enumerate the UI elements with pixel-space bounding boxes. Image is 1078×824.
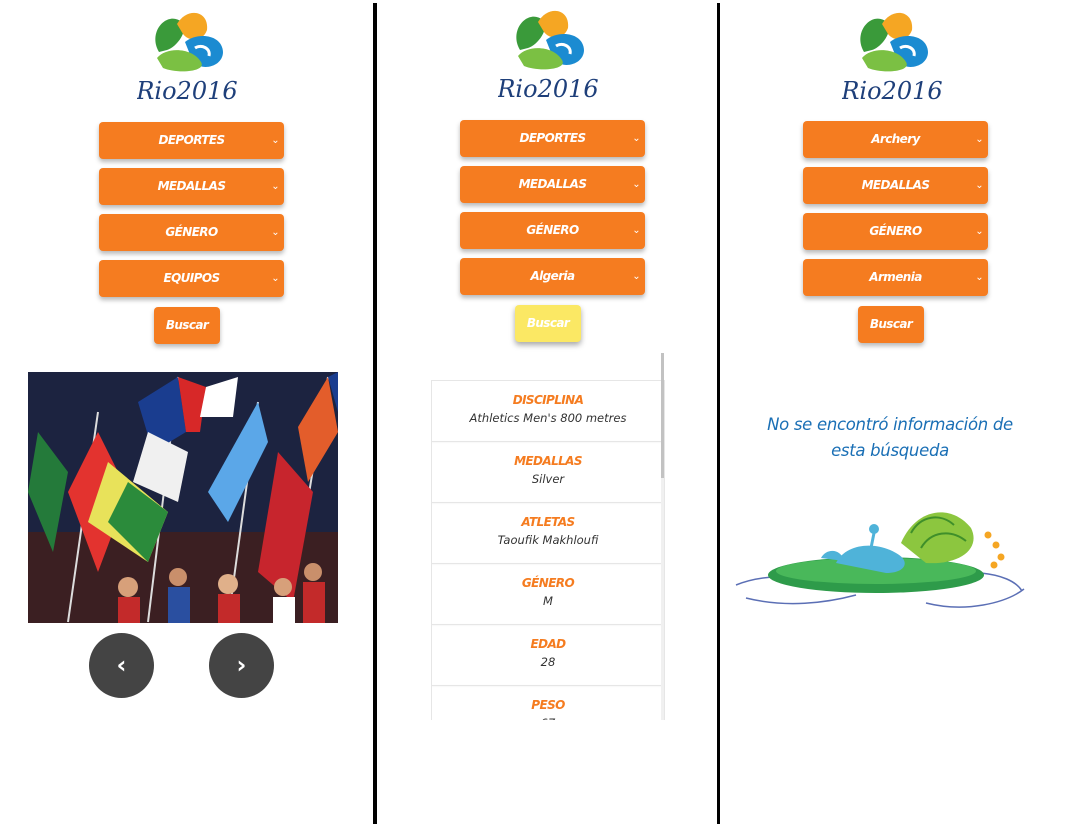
chevron-down-icon: ⌄ — [271, 227, 279, 238]
list-item: ATLETAS Taoufik Makhloufi — [431, 502, 665, 563]
team-select-label: Armenia — [869, 270, 922, 284]
panel-divider — [373, 3, 377, 824]
medal-select-label: MEDALLAS — [157, 179, 226, 193]
gender-select-label: GÉNERO — [165, 225, 218, 239]
sport-select-label: Archery — [871, 132, 920, 146]
rio2016-logo-icon: Rio2016 — [137, 12, 237, 102]
no-results-message: No se encontró información de esta búsqu… — [767, 415, 1013, 460]
search-button[interactable]: Buscar — [515, 305, 581, 342]
chevron-down-icon: ⌄ — [975, 226, 983, 237]
rio2016-logo: Rio2016 — [842, 2, 942, 102]
result-field-label: ATLETAS — [521, 515, 575, 529]
medal-select-label: MEDALLAS — [861, 178, 930, 192]
result-field-value: Taoufik Makhloufi — [497, 533, 599, 547]
chevron-down-icon: ⌄ — [975, 134, 983, 145]
chevron-down-icon: ⌄ — [271, 273, 279, 284]
sport-select-label: DEPORTES — [519, 131, 586, 145]
chevron-down-icon: ⌄ — [632, 225, 640, 236]
team-select-label: EQUIPOS — [163, 271, 220, 285]
result-field-label: DISCIPLINA — [512, 393, 584, 407]
vinicius-mascot-floating-icon — [735, 512, 1025, 608]
result-field-label: PESO — [531, 698, 565, 712]
rio2016-logo-icon: Rio2016 — [842, 12, 942, 102]
gender-select[interactable]: GÉNERO ⌄ — [460, 212, 645, 249]
carousel-image — [28, 372, 338, 623]
search-button[interactable]: Buscar — [858, 306, 924, 343]
list-item: EDAD 28 — [431, 624, 665, 685]
gender-select[interactable]: GÉNERO ⌄ — [99, 214, 284, 251]
rio2016-logo: Rio2016 — [137, 2, 237, 102]
result-field-value: 67 — [432, 713, 664, 720]
carousel-prev-button[interactable]: ‹ — [89, 633, 154, 698]
gender-select[interactable]: GÉNERO ⌄ — [803, 213, 988, 250]
gender-select-label: GÉNERO — [869, 224, 922, 238]
gender-select-label: GÉNERO — [526, 223, 579, 237]
search-button[interactable]: Buscar — [154, 307, 220, 344]
results-scrollbar[interactable] — [661, 353, 664, 720]
chevron-down-icon: ⌄ — [632, 179, 640, 190]
sport-select[interactable]: Archery ⌄ — [803, 121, 988, 158]
flags-ceremony-photo-icon — [28, 372, 338, 623]
screen-no-results: Rio2016 Archery ⌄ MEDALLAS ⌄ GÉNERO ⌄ Ar… — [722, 0, 1078, 824]
chevron-down-icon: ⌄ — [271, 135, 279, 146]
chevron-down-icon: ⌄ — [975, 272, 983, 283]
svg-text:Rio2016: Rio2016 — [137, 77, 237, 102]
screen-results: Rio2016 DEPORTES ⌄ MEDALLAS ⌄ GÉNERO ⌄ A… — [379, 0, 717, 824]
result-field-value: 28 — [540, 655, 556, 669]
team-select[interactable]: Armenia ⌄ — [803, 259, 988, 296]
result-field-value: Athletics Men's 800 metres — [469, 411, 627, 425]
team-select[interactable]: Algeria ⌄ — [460, 258, 645, 295]
list-item: DISCIPLINA Athletics Men's 800 metres — [431, 380, 665, 441]
team-select[interactable]: EQUIPOS ⌄ — [99, 260, 284, 297]
rio2016-logo: Rio2016 — [498, 0, 598, 100]
chevron-down-icon: ⌄ — [271, 181, 279, 192]
scrollbar-thumb[interactable] — [661, 353, 664, 478]
medal-select[interactable]: MEDALLAS ⌄ — [460, 166, 645, 203]
result-field-label: EDAD — [530, 637, 566, 651]
chevron-down-icon: ⌄ — [632, 271, 640, 282]
list-item: GÉNERO M — [431, 563, 665, 624]
chevron-down-icon: ⌄ — [975, 180, 983, 191]
medal-select-label: MEDALLAS — [518, 177, 587, 191]
chevron-down-icon: ⌄ — [632, 133, 640, 144]
svg-text:Rio2016: Rio2016 — [498, 75, 598, 100]
list-item: MEDALLAS Silver — [431, 441, 665, 502]
result-field-label: MEDALLAS — [514, 454, 582, 468]
team-select-label: Algeria — [530, 269, 575, 283]
medal-select[interactable]: MEDALLAS ⌄ — [803, 167, 988, 204]
results-list: DISCIPLINA Athletics Men's 800 metres ME… — [431, 380, 665, 720]
list-item: PESO 67 — [431, 685, 665, 720]
result-field-value: M — [543, 594, 553, 608]
result-field-label: GÉNERO — [521, 576, 575, 590]
carousel-next-button[interactable]: › — [209, 633, 274, 698]
mascot-illustration — [726, 503, 1028, 621]
medal-select[interactable]: MEDALLAS ⌄ — [99, 168, 284, 205]
sport-select[interactable]: DEPORTES ⌄ — [99, 122, 284, 159]
sport-select-label: DEPORTES — [158, 133, 225, 147]
result-field-value: Silver — [531, 472, 565, 486]
screen-home: Rio2016 DEPORTES ⌄ MEDALLAS ⌄ GÉNERO ⌄ E… — [0, 0, 373, 824]
svg-text:Rio2016: Rio2016 — [842, 77, 942, 102]
sport-select[interactable]: DEPORTES ⌄ — [460, 120, 645, 157]
rio2016-logo-icon: Rio2016 — [498, 10, 598, 100]
